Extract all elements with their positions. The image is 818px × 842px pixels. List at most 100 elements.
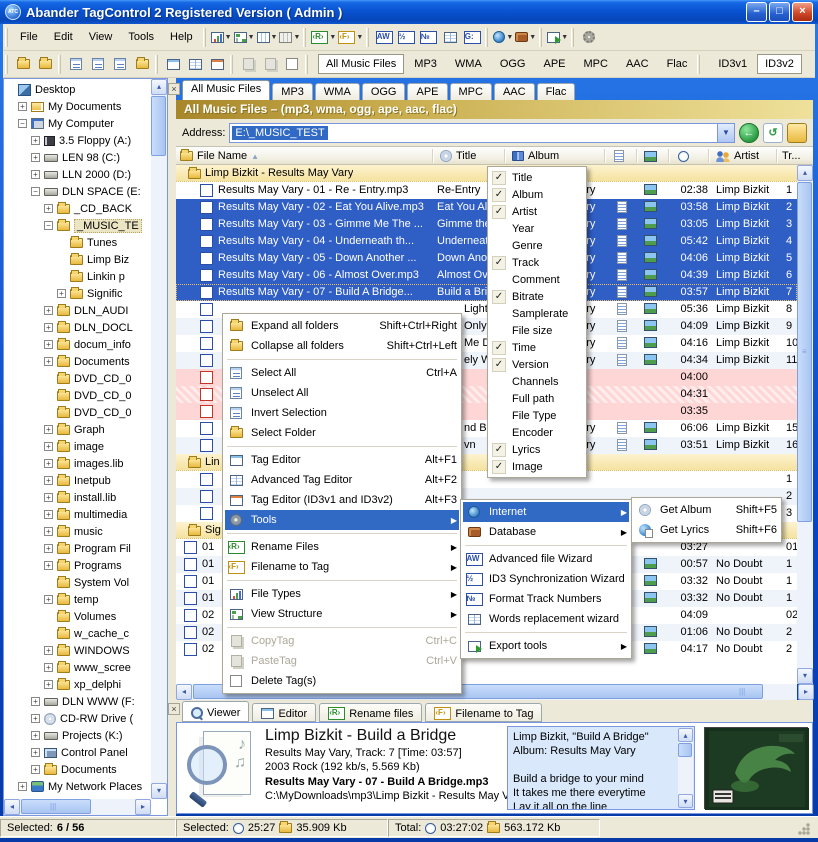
filter-mp3[interactable]: MP3	[406, 54, 445, 74]
tree-item[interactable]: Volumes	[5, 608, 150, 625]
tree-item[interactable]: +music	[5, 523, 150, 540]
tab-ogg[interactable]: OGG	[362, 83, 406, 100]
tree-item[interactable]: System Vol	[5, 574, 150, 591]
tree-item[interactable]: +Signific	[5, 285, 150, 302]
scroll-right-icon[interactable]: ▸	[135, 799, 151, 815]
chevron-down-icon[interactable]: ▼	[561, 34, 568, 41]
scroll-down-icon[interactable]: ▾	[678, 794, 693, 808]
column-toggle-year[interactable]: Year	[490, 220, 584, 237]
internet-item-get-lyrics[interactable]: Get LyricsShift+F6	[634, 520, 779, 540]
tree-item[interactable]: +CD-RW Drive (	[5, 710, 150, 727]
filter-mpc[interactable]: MPC	[576, 54, 616, 74]
settings-button[interactable]	[578, 27, 600, 48]
tree-item[interactable]: +docum_info	[5, 336, 150, 353]
tools-item-internet[interactable]: Internet▶	[463, 502, 629, 522]
close-bottom-panel-icon[interactable]: ×	[168, 703, 180, 715]
menu-edit[interactable]: Edit	[46, 27, 81, 47]
expand-folders-button[interactable]	[12, 54, 34, 75]
menu-tools[interactable]: Tools	[120, 27, 162, 47]
tree-item[interactable]: +image	[5, 438, 150, 455]
tree-item[interactable]: +Documents	[5, 761, 150, 778]
tree-item[interactable]: +install.lib	[5, 489, 150, 506]
chevron-down-icon[interactable]: ▼	[225, 34, 232, 41]
filter-all-music-files[interactable]: All Music Files	[318, 54, 404, 74]
export-button[interactable]: ▼	[546, 27, 569, 48]
select-folder-button[interactable]	[131, 54, 153, 75]
tree-item[interactable]: +LLN 2000 (D:)	[5, 166, 150, 183]
filter-ogg[interactable]: OGG	[492, 54, 534, 74]
menu-item-filename-to-tag[interactable]: ‹F›Filename to Tag▶	[225, 557, 459, 577]
chevron-down-icon[interactable]: ▼	[271, 34, 278, 41]
close-button[interactable]: ×	[792, 2, 813, 22]
close-tabs-icon[interactable]: ×	[168, 83, 180, 95]
tree-item[interactable]: +LEN 98 (C:)	[5, 149, 150, 166]
bottom-tab-filename-to-tag[interactable]: ‹F›Filename to Tag	[425, 703, 542, 722]
column-toggle-image[interactable]: ✓Image	[490, 458, 584, 475]
collapse-folders-button[interactable]	[34, 54, 56, 75]
tree-expander-icon[interactable]: +	[44, 425, 53, 434]
address-combo[interactable]: E:\_MUSIC_TEST ▼	[229, 123, 735, 143]
column-track[interactable]: Tr...	[782, 147, 801, 165]
tree-item[interactable]: Linkin p	[5, 268, 150, 285]
tree-item[interactable]: +Projects (K:)	[5, 727, 150, 744]
list-vertical-scrollbar[interactable]: ▴ ≡ ▾	[797, 165, 813, 684]
tree-expander-icon[interactable]: +	[31, 731, 40, 740]
tab-mp3[interactable]: MP3	[272, 83, 313, 100]
scroll-up-icon[interactable]: ▴	[678, 728, 693, 742]
tree-expander-icon[interactable]: +	[31, 697, 40, 706]
tools-item-export-tools[interactable]: Export tools▶	[463, 636, 629, 656]
tree-expander-icon[interactable]: +	[18, 782, 27, 791]
invert-selection-button[interactable]	[109, 54, 131, 75]
tree-item[interactable]: +Control Panel	[5, 744, 150, 761]
column-time[interactable]	[678, 147, 689, 165]
tree-item[interactable]: Limp Biz	[5, 251, 150, 268]
tree-item[interactable]: +3.5 Floppy (A:)	[5, 132, 150, 149]
paste-tag-button[interactable]	[259, 54, 281, 75]
menu-item-invert-selection[interactable]: Invert Selection	[225, 403, 459, 423]
menu-item-delete-tag-s-[interactable]: Delete Tag(s)	[225, 671, 459, 691]
chevron-down-icon[interactable]: ▼	[329, 34, 336, 41]
filter-id3v2[interactable]: ID3v2	[757, 54, 802, 74]
column-toggle-version[interactable]: ✓Version	[490, 356, 584, 373]
tree-item[interactable]: +Graph	[5, 421, 150, 438]
tree-expander-icon[interactable]: +	[57, 289, 66, 298]
select-all-button[interactable]	[65, 54, 87, 75]
tree-expander-icon[interactable]: +	[44, 357, 53, 366]
tree-expander-icon[interactable]: +	[44, 493, 53, 502]
tree-expander-icon[interactable]: +	[44, 561, 53, 570]
scroll-right-icon[interactable]: ▸	[798, 684, 814, 700]
tree-expander-icon[interactable]: +	[44, 527, 53, 536]
tree-item[interactable]: +www_scree	[5, 659, 150, 676]
column-toggle-genre[interactable]: Genre	[490, 237, 584, 254]
lyrics-scrollbar[interactable]: ▴ ▾	[678, 728, 693, 808]
tree-expander-icon[interactable]: +	[31, 153, 40, 162]
tree-item[interactable]: Desktop	[5, 81, 150, 98]
excel-export-button[interactable]	[281, 54, 303, 75]
advanced-tag-editor-button[interactable]	[184, 54, 206, 75]
chevron-down-icon[interactable]: ▼	[529, 34, 536, 41]
column-toggle-title[interactable]: ✓Title	[490, 169, 584, 186]
tab-wma[interactable]: WMA	[315, 83, 360, 100]
tree-expander-icon[interactable]: +	[44, 204, 53, 213]
rename-files-button[interactable]: ‹R›▼	[310, 27, 337, 48]
column-toggle-album[interactable]: ✓Album	[490, 186, 584, 203]
tree-expander-icon[interactable]: +	[31, 714, 40, 723]
tools-item-words-replacement-wizard[interactable]: Words replacement wizard	[463, 609, 629, 629]
tree-item[interactable]: +Programs	[5, 557, 150, 574]
words-wizard-button[interactable]	[439, 27, 461, 48]
tree-expander-icon[interactable]: −	[18, 119, 27, 128]
tag-editor-button[interactable]	[162, 54, 184, 75]
bottom-tab-rename-files[interactable]: ‹R›Rename files	[319, 703, 422, 722]
filter-wma[interactable]: WMA	[447, 54, 490, 74]
tree-expander-icon[interactable]: +	[44, 323, 53, 332]
column-toggle-encoder[interactable]: Encoder	[490, 424, 584, 441]
file-types-button[interactable]: ▼	[210, 27, 233, 48]
scroll-down-icon[interactable]: ▾	[151, 783, 167, 799]
genre-button[interactable]: G:	[461, 27, 483, 48]
advanced-wizard-button[interactable]: AW	[373, 27, 395, 48]
id3-tag-editor-button[interactable]	[206, 54, 228, 75]
menu-item-tools[interactable]: Tools▶	[225, 510, 459, 530]
tree-item[interactable]: DVD_CD_0	[5, 387, 150, 404]
menu-item-rename-files[interactable]: ‹R›Rename Files▶	[225, 537, 459, 557]
tree-vertical-scrollbar[interactable]: ▴ ▾	[151, 79, 167, 799]
